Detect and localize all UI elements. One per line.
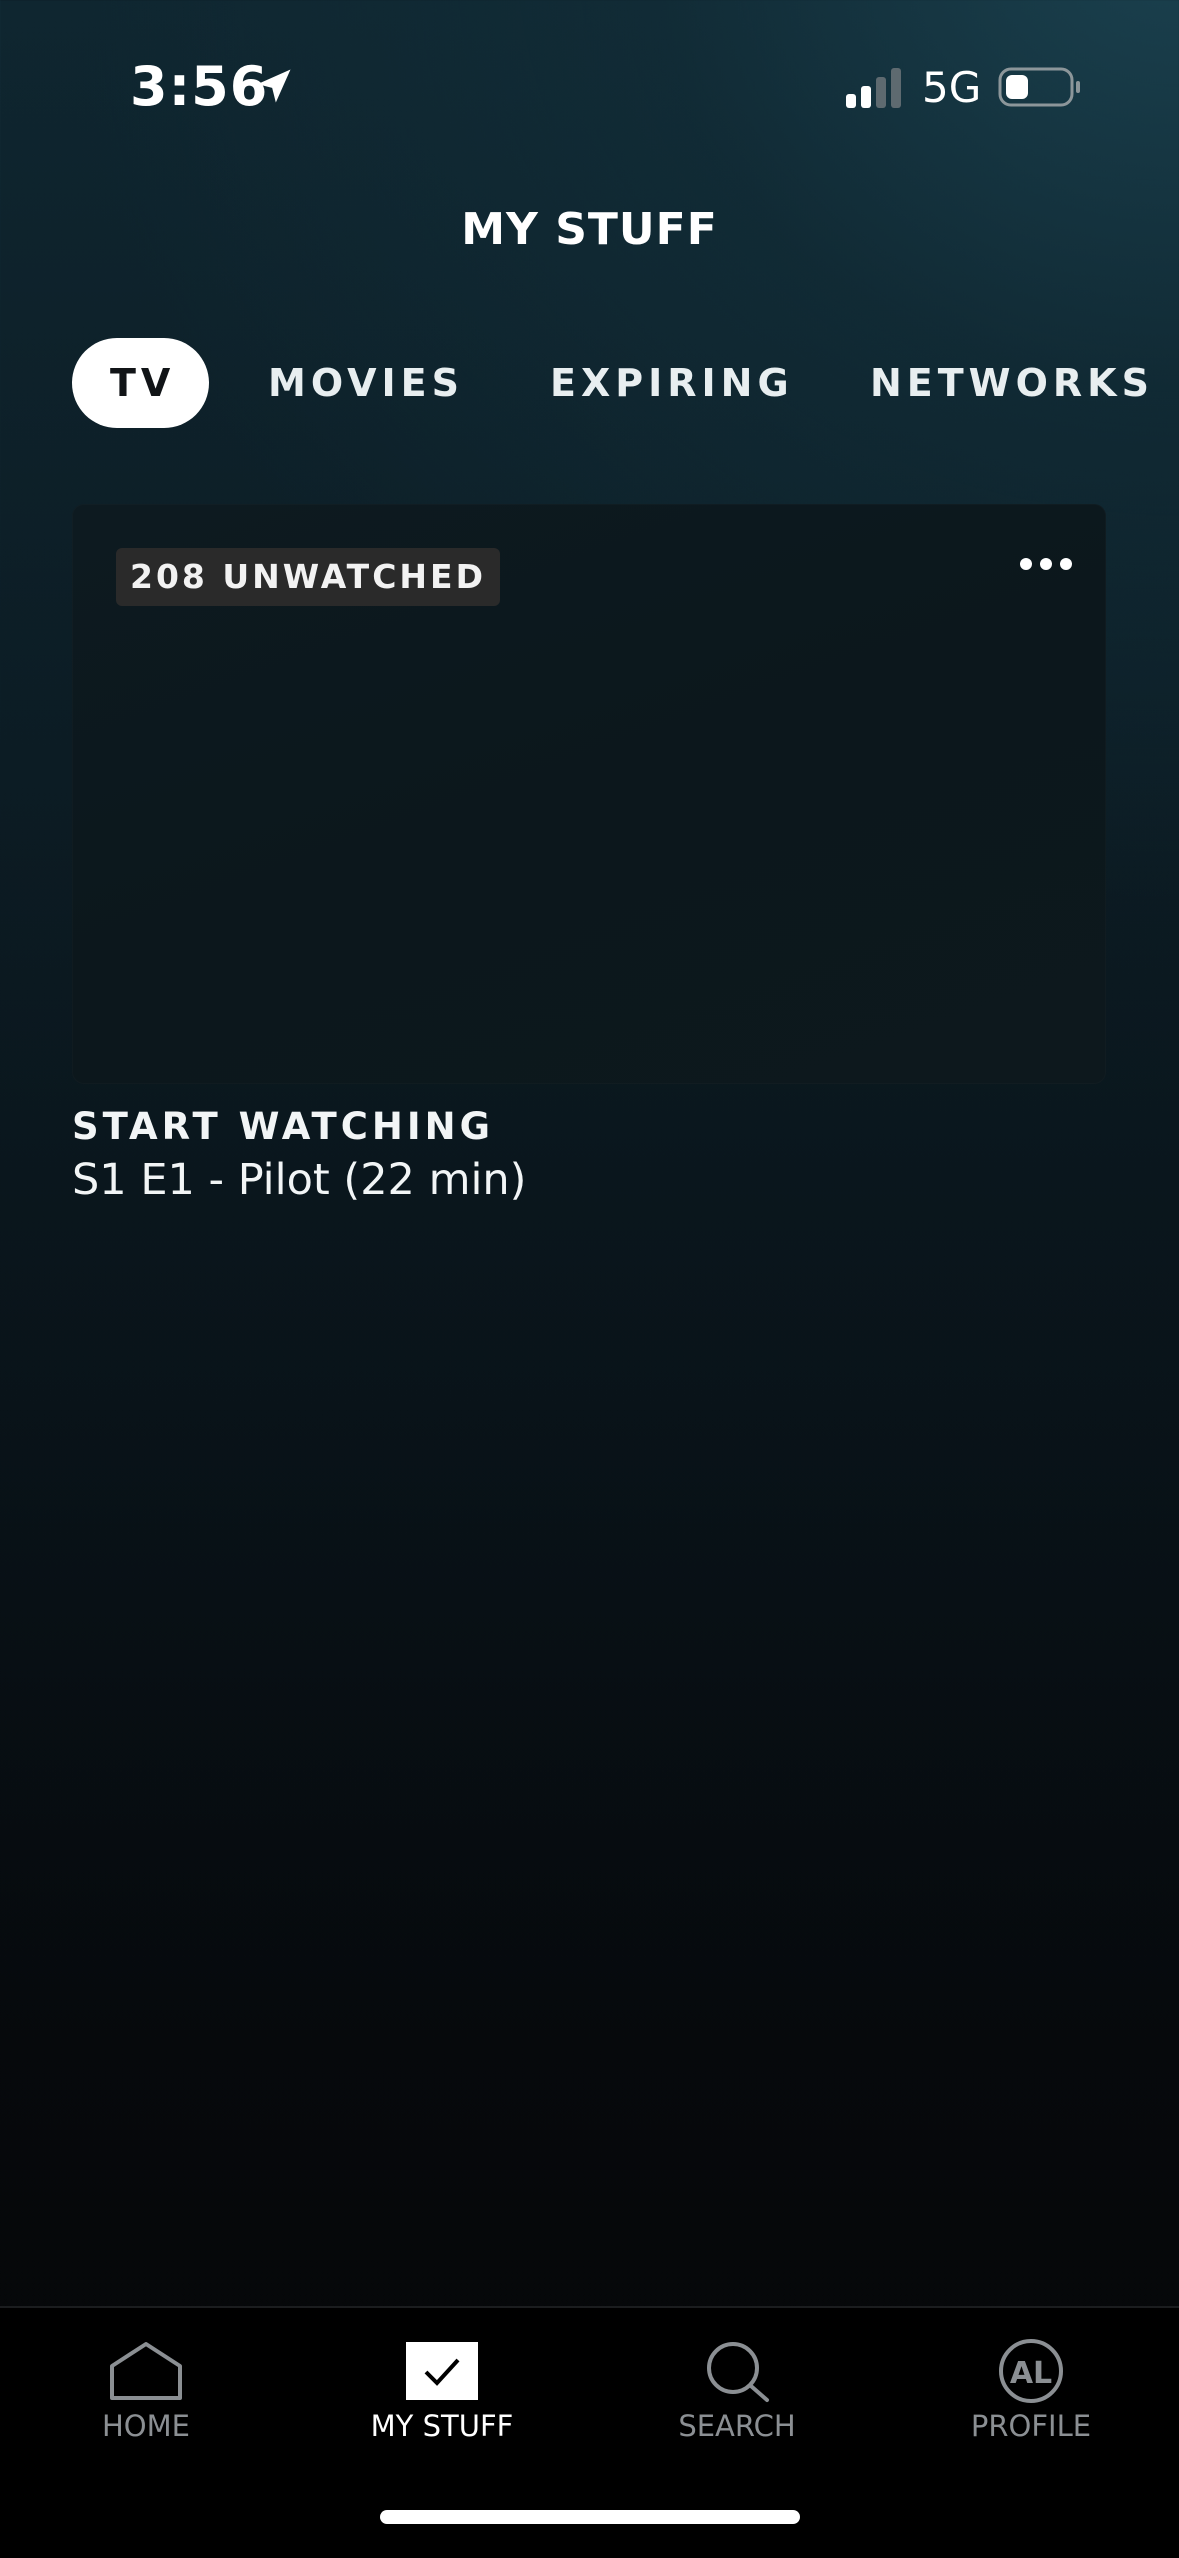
search-icon: [707, 2342, 769, 2402]
tab-expiring[interactable]: EXPIRING: [550, 338, 794, 428]
tab-movies[interactable]: MOVIES: [268, 338, 464, 428]
status-bar: 3:56 5G: [0, 0, 1179, 140]
nav-home-label: HOME: [102, 2409, 190, 2443]
nav-search-label: SEARCH: [678, 2409, 796, 2443]
network-type: 5G: [922, 63, 982, 112]
battery-icon: [998, 67, 1080, 107]
home-icon: [110, 2342, 182, 2400]
status-time: 3:56: [130, 55, 269, 118]
episode-status: START WATCHING: [72, 1105, 494, 1148]
nav-my-stuff[interactable]: MY STUFF: [332, 2338, 552, 2458]
nav-search[interactable]: SEARCH: [627, 2338, 847, 2458]
nav-home[interactable]: HOME: [36, 2338, 256, 2458]
checkmark-icon: [406, 2342, 478, 2400]
location-arrow-icon: [257, 69, 291, 103]
avatar-icon: AL: [999, 2339, 1063, 2403]
tab-networks[interactable]: NETWORKS: [870, 338, 1154, 428]
home-indicator[interactable]: [380, 2510, 800, 2524]
tab-tv[interactable]: TV: [72, 338, 210, 428]
unwatched-badge: 208 UNWATCHED: [116, 548, 500, 606]
cellular-signal-icon: [846, 68, 901, 108]
avatar-initials: AL: [1010, 2356, 1052, 2391]
episode-detail[interactable]: S1 E1 - Pilot (22 min): [72, 1152, 526, 1208]
nav-profile-label: PROFILE: [970, 2409, 1092, 2443]
more-options-icon[interactable]: [1006, 534, 1086, 594]
show-card[interactable]: 208 UNWATCHED: [72, 504, 1106, 1084]
nav-profile[interactable]: AL PROFILE: [921, 2338, 1141, 2458]
category-tabs: TV MOVIES EXPIRING NETWORKS: [72, 338, 1179, 428]
page-title: MY STUFF: [461, 204, 718, 255]
nav-my-stuff-label: MY STUFF: [370, 2409, 514, 2443]
